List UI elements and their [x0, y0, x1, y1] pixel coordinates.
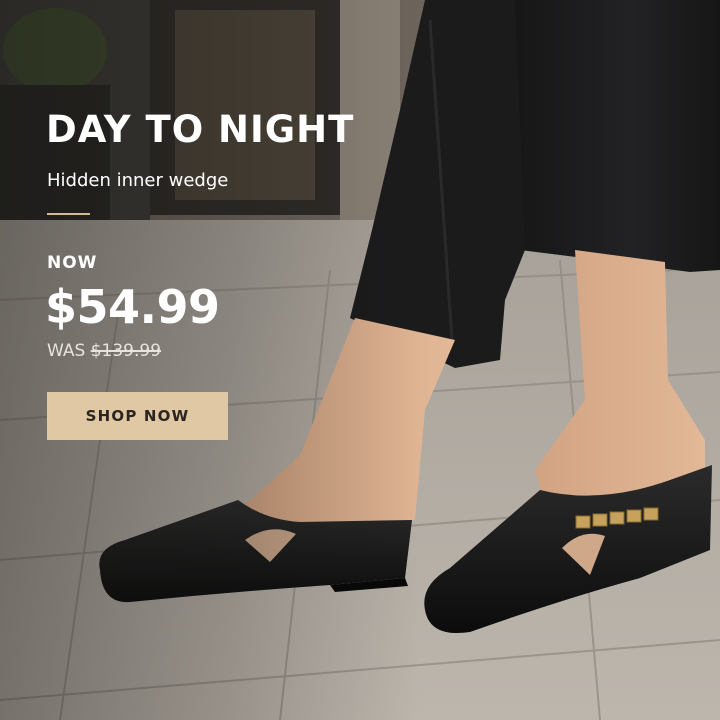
- original-price: $139.99: [90, 341, 162, 361]
- subheadline: Hidden inner wedge: [47, 170, 229, 191]
- headline: DAY TO NIGHT: [46, 108, 355, 151]
- accent-divider: [47, 213, 90, 215]
- original-price-row: WAS $139.99: [47, 340, 161, 362]
- sale-price: $54.99: [45, 280, 220, 334]
- promo-banner: DAY TO NIGHT Hidden inner wedge NOW $54.…: [0, 0, 720, 720]
- now-label: NOW: [47, 253, 98, 273]
- shop-now-button[interactable]: SHOP NOW: [47, 392, 228, 440]
- was-label: WAS: [47, 341, 86, 361]
